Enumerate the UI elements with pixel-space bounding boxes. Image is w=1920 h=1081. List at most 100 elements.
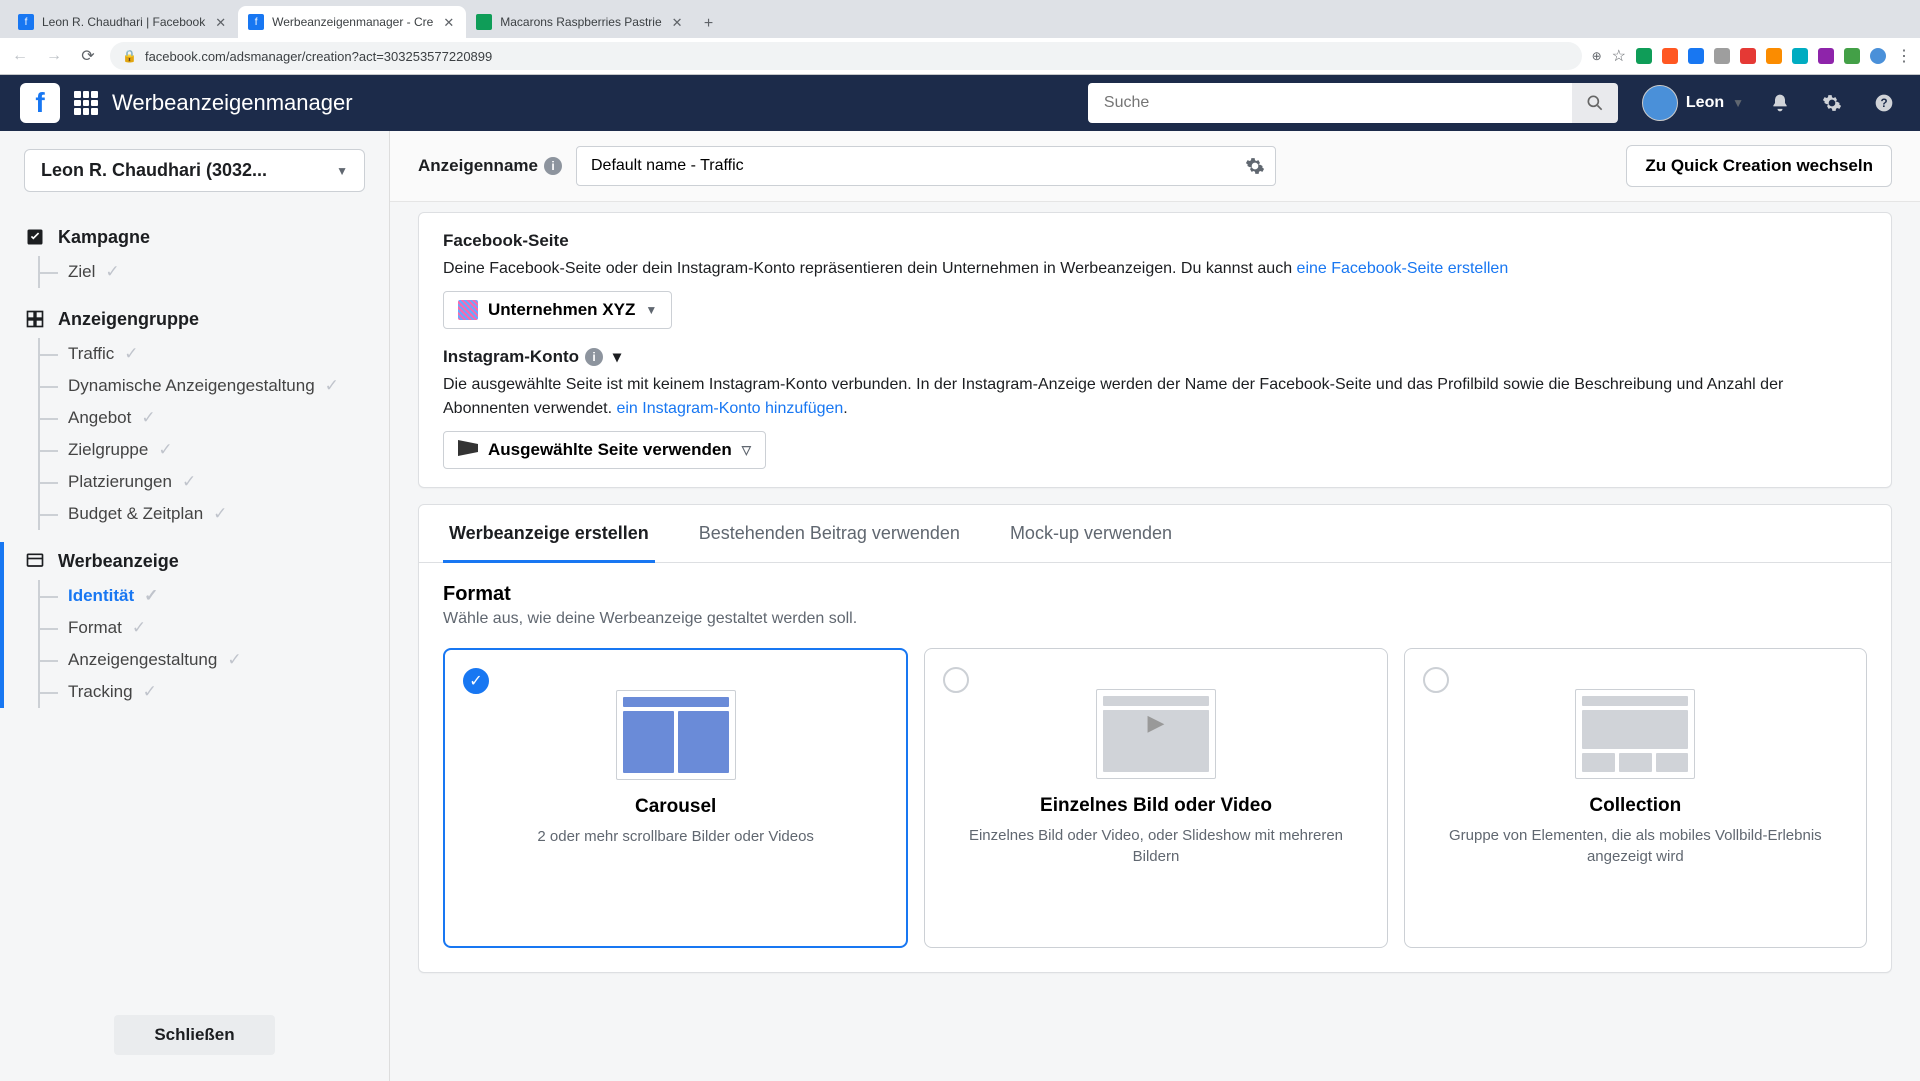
sidebar-item-ziel[interactable]: Ziel ✓ (38, 256, 389, 288)
radio-selected: ✓ (463, 668, 489, 694)
tab-title: Macarons Raspberries Pastrie (500, 15, 661, 29)
sidebar-item-format[interactable]: Format✓ (38, 612, 389, 644)
settings-icon[interactable] (1816, 87, 1848, 119)
sidebar-item-dynamic[interactable]: Dynamische Anzeigengestaltung✓ (38, 370, 389, 402)
tab-mockup[interactable]: Mock-up verwenden (1004, 505, 1178, 562)
ig-selector[interactable]: Ausgewählte Seite verwenden ▽ (443, 431, 766, 469)
star-icon[interactable]: ☆ (1612, 46, 1626, 66)
sidebar-item-creative[interactable]: Anzeigengestaltung✓ (38, 644, 389, 676)
carousel-thumb-icon (616, 690, 736, 780)
extension-icon[interactable] (1688, 48, 1704, 64)
nav-section-campaign: Kampagne Ziel ✓ (0, 218, 389, 288)
option-title: Collection (1425, 795, 1846, 817)
collection-thumb-icon (1575, 689, 1695, 779)
info-icon[interactable]: i (585, 348, 603, 366)
browser-tab[interactable]: f Leon R. Chaudhari | Facebook ✕ (8, 6, 238, 38)
tab-existing-post[interactable]: Bestehenden Beitrag verwenden (693, 505, 966, 562)
close-icon[interactable]: ✕ (441, 14, 456, 31)
menu-icon[interactable]: ⋮ (1896, 46, 1912, 66)
format-option-carousel[interactable]: ✓ Carousel 2 oder mehr scrollbare Bilder… (443, 648, 908, 948)
notifications-icon[interactable] (1764, 87, 1796, 119)
single-thumb-icon: ▶ (1096, 689, 1216, 779)
app-title: Werbeanzeigenmanager (112, 90, 353, 116)
sidebar-item-budget[interactable]: Budget & Zeitplan✓ (38, 498, 389, 530)
account-selector[interactable]: Leon R. Chaudhari (3032... ▼ (24, 149, 365, 192)
tab-favicon (476, 14, 492, 30)
new-tab-button[interactable]: + (695, 10, 723, 38)
sidebar-item-offer[interactable]: Angebot✓ (38, 402, 389, 434)
extension-icon[interactable] (1818, 48, 1834, 64)
page-icon (458, 300, 478, 320)
address-bar: ← → ⟳ 🔒 facebook.com/adsmanager/creation… (0, 38, 1920, 74)
format-options: ✓ Carousel 2 oder mehr scrollbare Bilder… (419, 634, 1891, 972)
avatar (1642, 85, 1678, 121)
sidebar-item-audience[interactable]: Zielgruppe✓ (38, 434, 389, 466)
url-field[interactable]: 🔒 facebook.com/adsmanager/creation?act=3… (110, 42, 1582, 70)
radio-unselected (1423, 667, 1449, 693)
sidebar-item-traffic[interactable]: Traffic✓ (38, 338, 389, 370)
option-desc: 2 oder mehr scrollbare Bilder oder Video… (465, 826, 886, 847)
ad-name-input[interactable] (591, 157, 1243, 175)
app-header: f Werbeanzeigenmanager Leon ▼ ? (0, 75, 1920, 131)
extension-icon[interactable] (1636, 48, 1652, 64)
close-button[interactable]: Schließen (114, 1015, 274, 1055)
ad-name-input-wrap (576, 146, 1276, 186)
help-icon[interactable]: ? (1868, 87, 1900, 119)
option-desc: Einzelnes Bild oder Video, oder Slidesho… (945, 825, 1366, 867)
main-area: Anzeigenname i Zu Quick Creation wechsel… (390, 131, 1920, 1081)
extension-icon[interactable] (1766, 48, 1782, 64)
tab-favicon: f (248, 14, 264, 30)
search-input[interactable] (1088, 83, 1572, 123)
fb-page-text: Deine Facebook-Seite oder dein Instagram… (443, 257, 1867, 281)
format-heading: Format (443, 583, 1867, 606)
nav-heading[interactable]: Werbeanzeige (0, 542, 389, 580)
apps-grid-icon[interactable] (74, 91, 98, 115)
back-button[interactable]: ← (8, 44, 32, 68)
ad-icon (24, 550, 46, 572)
browser-tab[interactable]: Macarons Raspberries Pastrie ✕ (466, 6, 694, 38)
extension-icon[interactable] (1662, 48, 1678, 64)
reload-button[interactable]: ⟳ (76, 44, 100, 68)
search-button[interactable] (1572, 83, 1618, 123)
nav-heading[interactable]: Kampagne (0, 218, 389, 256)
forward-button[interactable]: → (42, 44, 66, 68)
quick-creation-button[interactable]: Zu Quick Creation wechseln (1626, 145, 1892, 187)
gear-icon[interactable] (1243, 154, 1267, 178)
create-page-link[interactable]: eine Facebook-Seite erstellen (1297, 260, 1509, 277)
cursor-icon: ▾ (613, 347, 621, 367)
extension-icon[interactable] (1740, 48, 1756, 64)
add-ig-link[interactable]: ein Instagram-Konto hinzufügen (616, 400, 843, 417)
close-icon[interactable]: ✕ (670, 14, 685, 31)
sidebar-item-identity[interactable]: Identität✓ (38, 580, 389, 612)
nav-heading[interactable]: Anzeigengruppe (0, 300, 389, 338)
check-icon: ✓ (132, 618, 146, 638)
sidebar-item-tracking[interactable]: Tracking✓ (38, 676, 389, 708)
svg-text:?: ? (1880, 97, 1887, 110)
format-option-collection[interactable]: Collection Gruppe von Elementen, die als… (1404, 648, 1867, 948)
tab-create-ad[interactable]: Werbeanzeige erstellen (443, 505, 655, 562)
info-icon[interactable]: i (544, 157, 562, 175)
ad-source-tabs: Werbeanzeige erstellen Bestehenden Beitr… (419, 505, 1891, 563)
zoom-icon[interactable]: ⊕ (1592, 49, 1602, 63)
check-icon: ✓ (143, 682, 157, 702)
profile-icon[interactable] (1870, 48, 1886, 64)
check-icon: ✓ (227, 650, 241, 670)
url-text: facebook.com/adsmanager/creation?act=303… (145, 49, 492, 64)
check-icon: ✓ (144, 586, 158, 606)
extension-icon[interactable] (1844, 48, 1860, 64)
sidebar-item-placements[interactable]: Platzierungen✓ (38, 466, 389, 498)
campaign-icon (24, 226, 46, 248)
adset-icon (24, 308, 46, 330)
browser-tab[interactable]: f Werbeanzeigenmanager - Cre ✕ (238, 6, 466, 38)
facebook-logo[interactable]: f (20, 83, 60, 123)
close-icon[interactable]: ✕ (213, 14, 228, 31)
user-menu[interactable]: Leon ▼ (1642, 85, 1744, 121)
page-selector[interactable]: Unternehmen XYZ ▼ (443, 291, 672, 329)
search-wrap (1088, 83, 1618, 123)
extension-icon[interactable] (1714, 48, 1730, 64)
extension-icon[interactable] (1792, 48, 1808, 64)
ad-name-label: Anzeigenname i (418, 156, 562, 176)
format-option-single[interactable]: ▶ Einzelnes Bild oder Video Einzelnes Bi… (924, 648, 1387, 948)
check-icon: ✓ (105, 262, 119, 282)
sidebar: Leon R. Chaudhari (3032... ▼ Kampagne Zi… (0, 131, 390, 1081)
